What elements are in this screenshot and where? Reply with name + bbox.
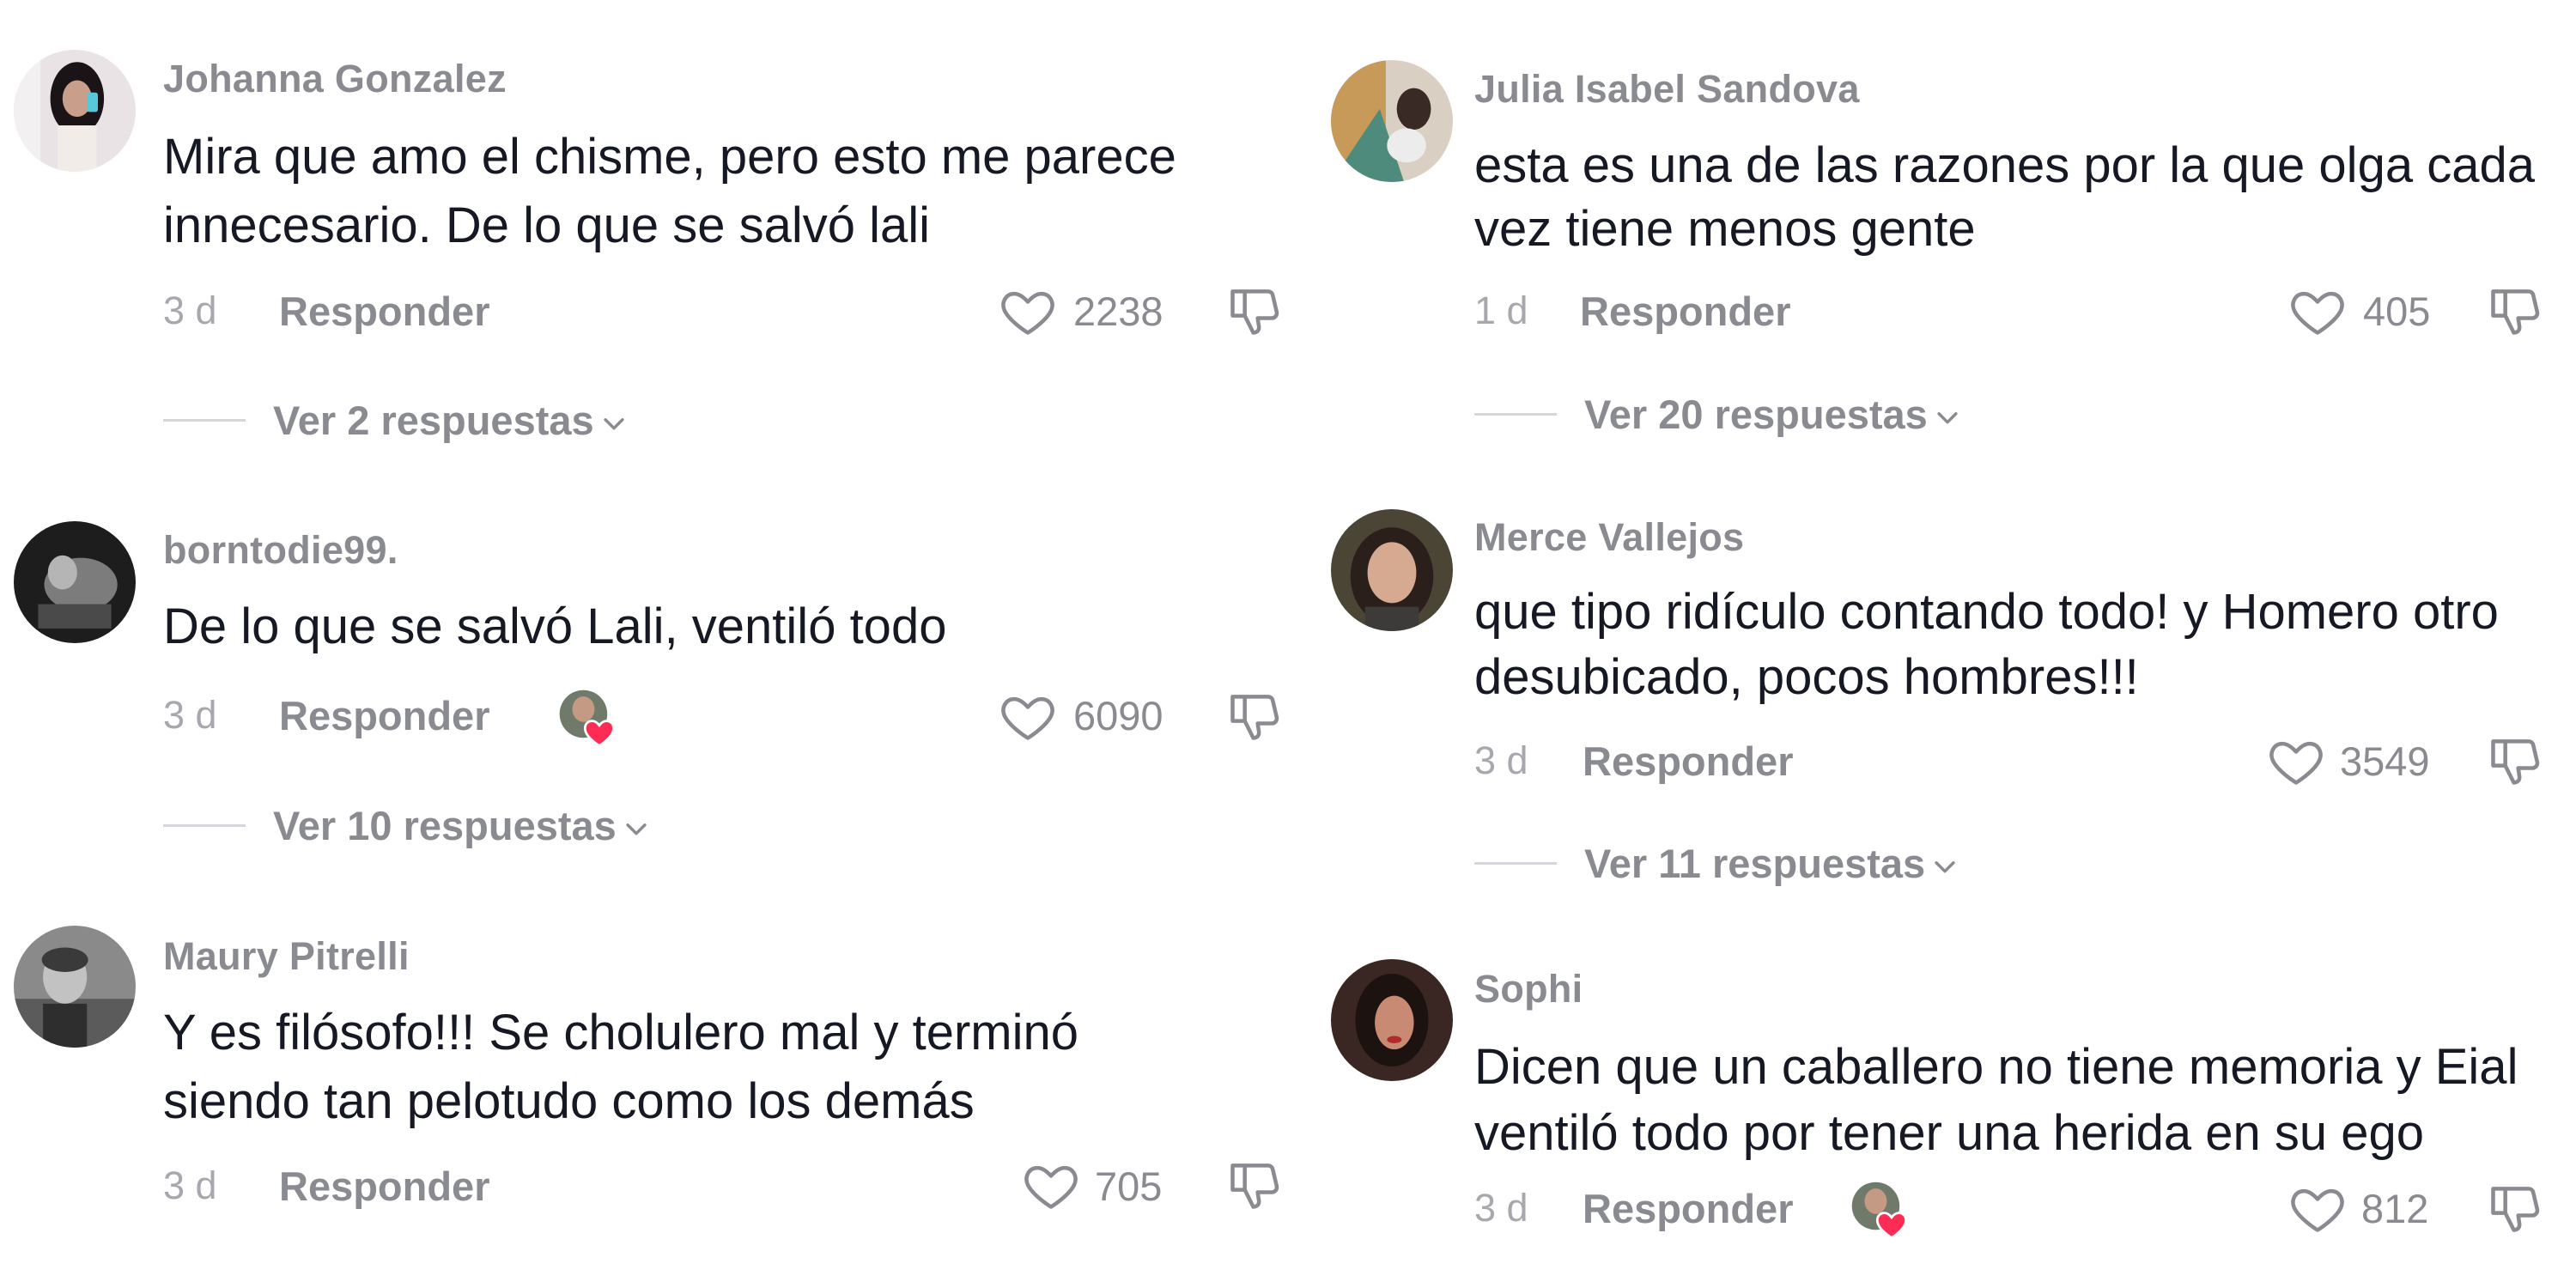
avatar-image xyxy=(1331,60,1453,182)
comment-text-line: Mira que amo el chisme, pero esto me par… xyxy=(163,129,1176,185)
comment-text-line: De lo que se salvó Lali, ventiló todo xyxy=(163,598,947,654)
reply-button[interactable]: Responder xyxy=(279,692,490,739)
comment-date: 3 d xyxy=(1474,1186,1528,1230)
comment-text-line: ventiló todo por tener una herida en su … xyxy=(1474,1105,2425,1161)
like-count: 405 xyxy=(2363,289,2431,334)
view-replies-button[interactable]: Ver 20 respuestas xyxy=(1474,391,1962,438)
thumbs-down-icon[interactable] xyxy=(1225,282,1284,340)
comment-username[interactable]: Johanna Gonzalez xyxy=(163,57,507,101)
avatar[interactable] xyxy=(1331,959,1453,1081)
comment-text-line: desubicado, pocos hombres!!! xyxy=(1474,649,2139,705)
comment-text-line: que tipo ridículo contando todo! y Homer… xyxy=(1474,584,2499,640)
avatar[interactable] xyxy=(1331,60,1453,182)
view-replies-label: Ver 2 respuestas xyxy=(273,398,594,443)
replies-divider xyxy=(163,419,246,422)
comment-date: 3 d xyxy=(163,693,217,737)
avatar-image xyxy=(1331,959,1453,1081)
chevron-down-icon xyxy=(1937,411,1958,423)
replies-divider xyxy=(1474,413,1557,416)
chevron-down-icon xyxy=(1935,860,1955,872)
comment-text-line: vez tiene menos gente xyxy=(1474,201,1976,257)
comment-username[interactable]: Julia Isabel Sandova xyxy=(1474,67,1860,112)
heart-outline-icon[interactable] xyxy=(1022,1156,1080,1214)
comment-date: 3 d xyxy=(163,1163,217,1207)
heart-outline-icon[interactable] xyxy=(2288,282,2347,340)
comment-text-line: Y es filósofo!!! Se cholulero mal y term… xyxy=(163,1005,1078,1060)
comment-username[interactable]: borntodie99. xyxy=(163,528,398,573)
like-count: 3549 xyxy=(2340,738,2430,784)
view-replies-button[interactable]: Ver 10 respuestas xyxy=(163,802,651,849)
replies-divider xyxy=(1474,862,1557,865)
chevron-down-icon xyxy=(604,417,624,429)
like-count: 812 xyxy=(2361,1186,2429,1231)
view-replies-label: Ver 11 respuestas xyxy=(1584,841,1926,886)
comment-username[interactable]: Maury Pitrelli xyxy=(163,934,410,979)
avatar-image xyxy=(1331,509,1453,631)
like-count: 6090 xyxy=(1073,693,1163,738)
avatar-image xyxy=(14,926,136,1048)
heart-outline-icon[interactable] xyxy=(2267,732,2325,790)
reply-button[interactable]: Responder xyxy=(1583,1185,1794,1232)
view-replies-button[interactable]: Ver 11 respuestas xyxy=(1474,840,1959,887)
reply-button[interactable]: Responder xyxy=(279,288,490,335)
comment-date: 3 d xyxy=(1474,738,1528,782)
thumbs-down-icon[interactable] xyxy=(1225,687,1284,745)
view-replies-button[interactable]: Ver 2 respuestas xyxy=(163,397,629,444)
view-replies-label: Ver 20 respuestas xyxy=(1584,392,1928,437)
comment-date: 3 d xyxy=(163,289,217,332)
heart-outline-icon[interactable] xyxy=(2288,1179,2347,1237)
avatar-image xyxy=(14,521,136,643)
thumbs-down-icon[interactable] xyxy=(2486,732,2544,790)
replies-divider xyxy=(163,824,246,827)
like-count: 2238 xyxy=(1073,289,1163,334)
heart-outline-icon[interactable] xyxy=(999,282,1057,340)
comment-date: 1 d xyxy=(1474,289,1528,332)
comment-username[interactable]: Sophi xyxy=(1474,967,1583,1012)
avatar[interactable] xyxy=(14,50,136,172)
like-count: 705 xyxy=(1095,1163,1163,1209)
reply-button[interactable]: Responder xyxy=(1583,738,1794,785)
avatar[interactable] xyxy=(1331,509,1453,631)
thumbs-down-icon[interactable] xyxy=(1225,1156,1284,1214)
comment-text-line: esta es una de las razones por la que ol… xyxy=(1474,137,2535,193)
creator-avatar-heart-icon xyxy=(559,690,615,748)
comment-text-line: Dicen que un caballero no tiene memoria … xyxy=(1474,1039,2518,1095)
thumbs-down-icon[interactable] xyxy=(2486,1179,2544,1237)
avatar[interactable] xyxy=(14,926,136,1048)
creator-avatar-heart-icon xyxy=(1851,1182,1907,1240)
comment-username[interactable]: Merce Vallejos xyxy=(1474,515,1744,560)
avatar-image xyxy=(14,50,136,172)
heart-outline-icon[interactable] xyxy=(999,687,1057,745)
reply-button[interactable]: Responder xyxy=(1580,288,1791,335)
view-replies-label: Ver 10 respuestas xyxy=(273,803,617,848)
chevron-down-icon xyxy=(626,823,647,835)
thumbs-down-icon[interactable] xyxy=(2486,282,2544,340)
reply-button[interactable]: Responder xyxy=(279,1163,490,1210)
comment-text-line: siendo tan pelotudo como los demás xyxy=(163,1073,975,1129)
avatar[interactable] xyxy=(14,521,136,643)
comment-text-line: innecesario. De lo que se salvó lali xyxy=(163,197,931,253)
